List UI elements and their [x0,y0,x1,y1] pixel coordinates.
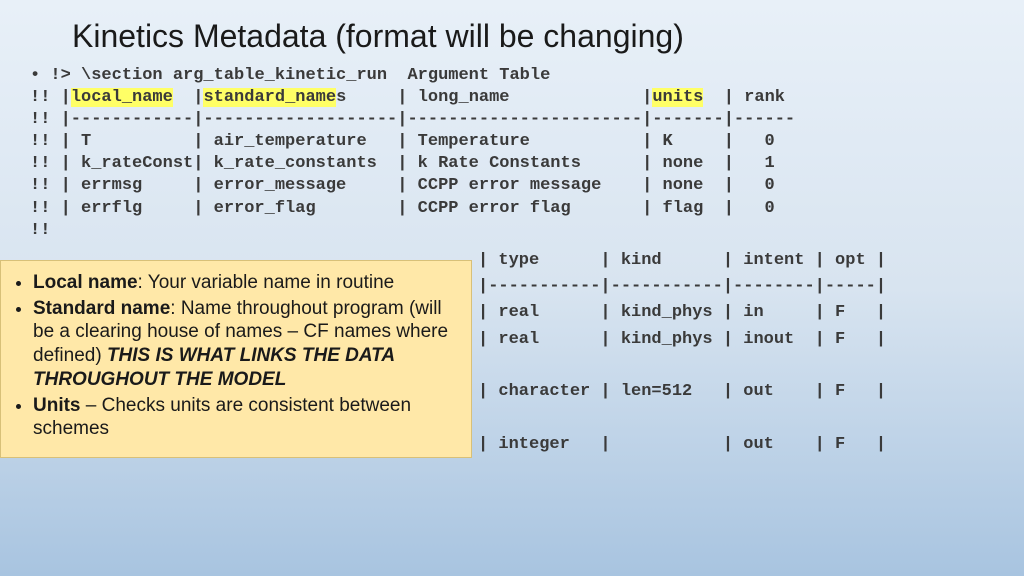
hl-units: units [652,88,703,107]
callout-box: Local name: Your variable name in routin… [0,260,472,458]
sep-row: !! |------------|-------------------|---… [30,110,795,129]
callout-item-local: Local name: Your variable name in routin… [33,271,457,295]
section-line: !> \section arg_table_kinetic_run Argume… [50,66,550,85]
data-row: !! | T | air_temperature | Temperature |… [30,132,775,151]
data-row: !! | k_rateConst| k_rate_constants | k R… [30,154,775,173]
hl-standard-name: standard_name [203,88,336,107]
hl-local-name: local_name [71,88,173,107]
trailing-row: !! [30,221,50,240]
callout-item-units: Units – Checks units are consistent betw… [33,394,457,442]
data-row: !! | errmsg | error_message | CCPP error… [30,176,775,195]
header-row: !! |local_name |standard_names | long_na… [30,88,785,107]
data-row: !! | errflg | error_flag | CCPP error fl… [30,199,775,218]
callout-item-standard: Standard name: Name throughout program (… [33,297,457,392]
code-block: • !> \section arg_table_kinetic_run Argu… [0,65,1024,242]
slide-title: Kinetics Metadata (format will be changi… [0,0,1024,65]
right-table: | type | kind | intent | opt | |--------… [478,248,886,459]
